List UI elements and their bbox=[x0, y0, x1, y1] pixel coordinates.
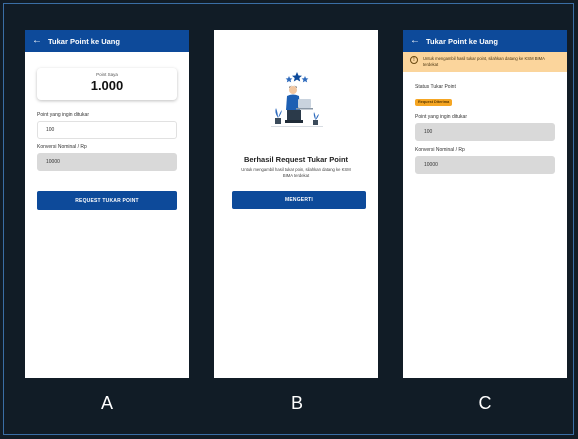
balance-value: 1.000 bbox=[90, 78, 124, 93]
success-description: Untuk mengambil hasil tukar poin, silahk… bbox=[241, 167, 351, 178]
conversion-field-label: Konversi Nominal / Rp bbox=[37, 144, 87, 150]
mengerti-button-label: MENGERTI bbox=[285, 197, 313, 203]
caption-b: B bbox=[290, 393, 303, 413]
caption-a: A bbox=[100, 393, 113, 413]
point-input[interactable]: 100 bbox=[37, 121, 177, 139]
alert-text: Untuk mengambil hasil tukar point, silah… bbox=[423, 56, 545, 67]
request-button-label: REQUEST TUKAR POINT bbox=[75, 197, 139, 204]
screen-c: ← Tukar Point ke Uang ! Untuk mengambil … bbox=[403, 30, 567, 378]
app-bar: ← Tukar Point ke Uang bbox=[403, 30, 567, 52]
app-bar-title: Tukar Point ke Uang bbox=[426, 36, 498, 46]
person-laptop-illustration bbox=[271, 72, 323, 127]
info-alert: ! Untuk mengambil hasil tukar point, sil… bbox=[403, 52, 567, 72]
point-balance-card: Point Saya 1.000 bbox=[37, 68, 177, 100]
mengerti-button[interactable]: MENGERTI bbox=[232, 191, 366, 209]
conversion-field: 10000 bbox=[37, 153, 177, 171]
balance-label: Point Saya bbox=[96, 72, 118, 77]
status-badge: Request Diterima bbox=[415, 98, 453, 106]
app-bar-divider bbox=[25, 52, 189, 54]
info-icon: ! bbox=[410, 56, 418, 64]
app-bar: ← Tukar Point ke Uang bbox=[25, 30, 189, 52]
app-bar-title: Tukar Point ke Uang bbox=[48, 36, 120, 46]
screen-b: Berhasil Request Tukar Point Untuk menga… bbox=[214, 30, 378, 378]
point-input-value: 100 bbox=[46, 127, 55, 133]
point-value: 100 bbox=[424, 129, 433, 135]
point-field-label: Point yang ingin ditukar bbox=[37, 112, 89, 118]
request-tukar-point-button[interactable]: REQUEST TUKAR POINT bbox=[37, 191, 177, 210]
conversion-value: 10000 bbox=[424, 162, 438, 168]
success-title: Berhasil Request Tukar Point bbox=[243, 155, 349, 164]
status-label: Status Tukar Point bbox=[415, 84, 456, 90]
conversion-field: 10000 bbox=[415, 156, 555, 174]
point-field-label: Point yang ingin ditukar bbox=[415, 114, 467, 120]
caption-c: C bbox=[478, 393, 492, 413]
screen-a: ← Tukar Point ke Uang Point Saya 1.000 P… bbox=[25, 30, 189, 378]
conversion-field-label: Konversi Nominal / Rp bbox=[415, 147, 465, 153]
arrow-left-icon[interactable]: ← bbox=[410, 36, 420, 46]
conversion-value: 10000 bbox=[46, 159, 60, 165]
point-field: 100 bbox=[415, 123, 555, 141]
arrow-left-icon[interactable]: ← bbox=[32, 36, 42, 46]
